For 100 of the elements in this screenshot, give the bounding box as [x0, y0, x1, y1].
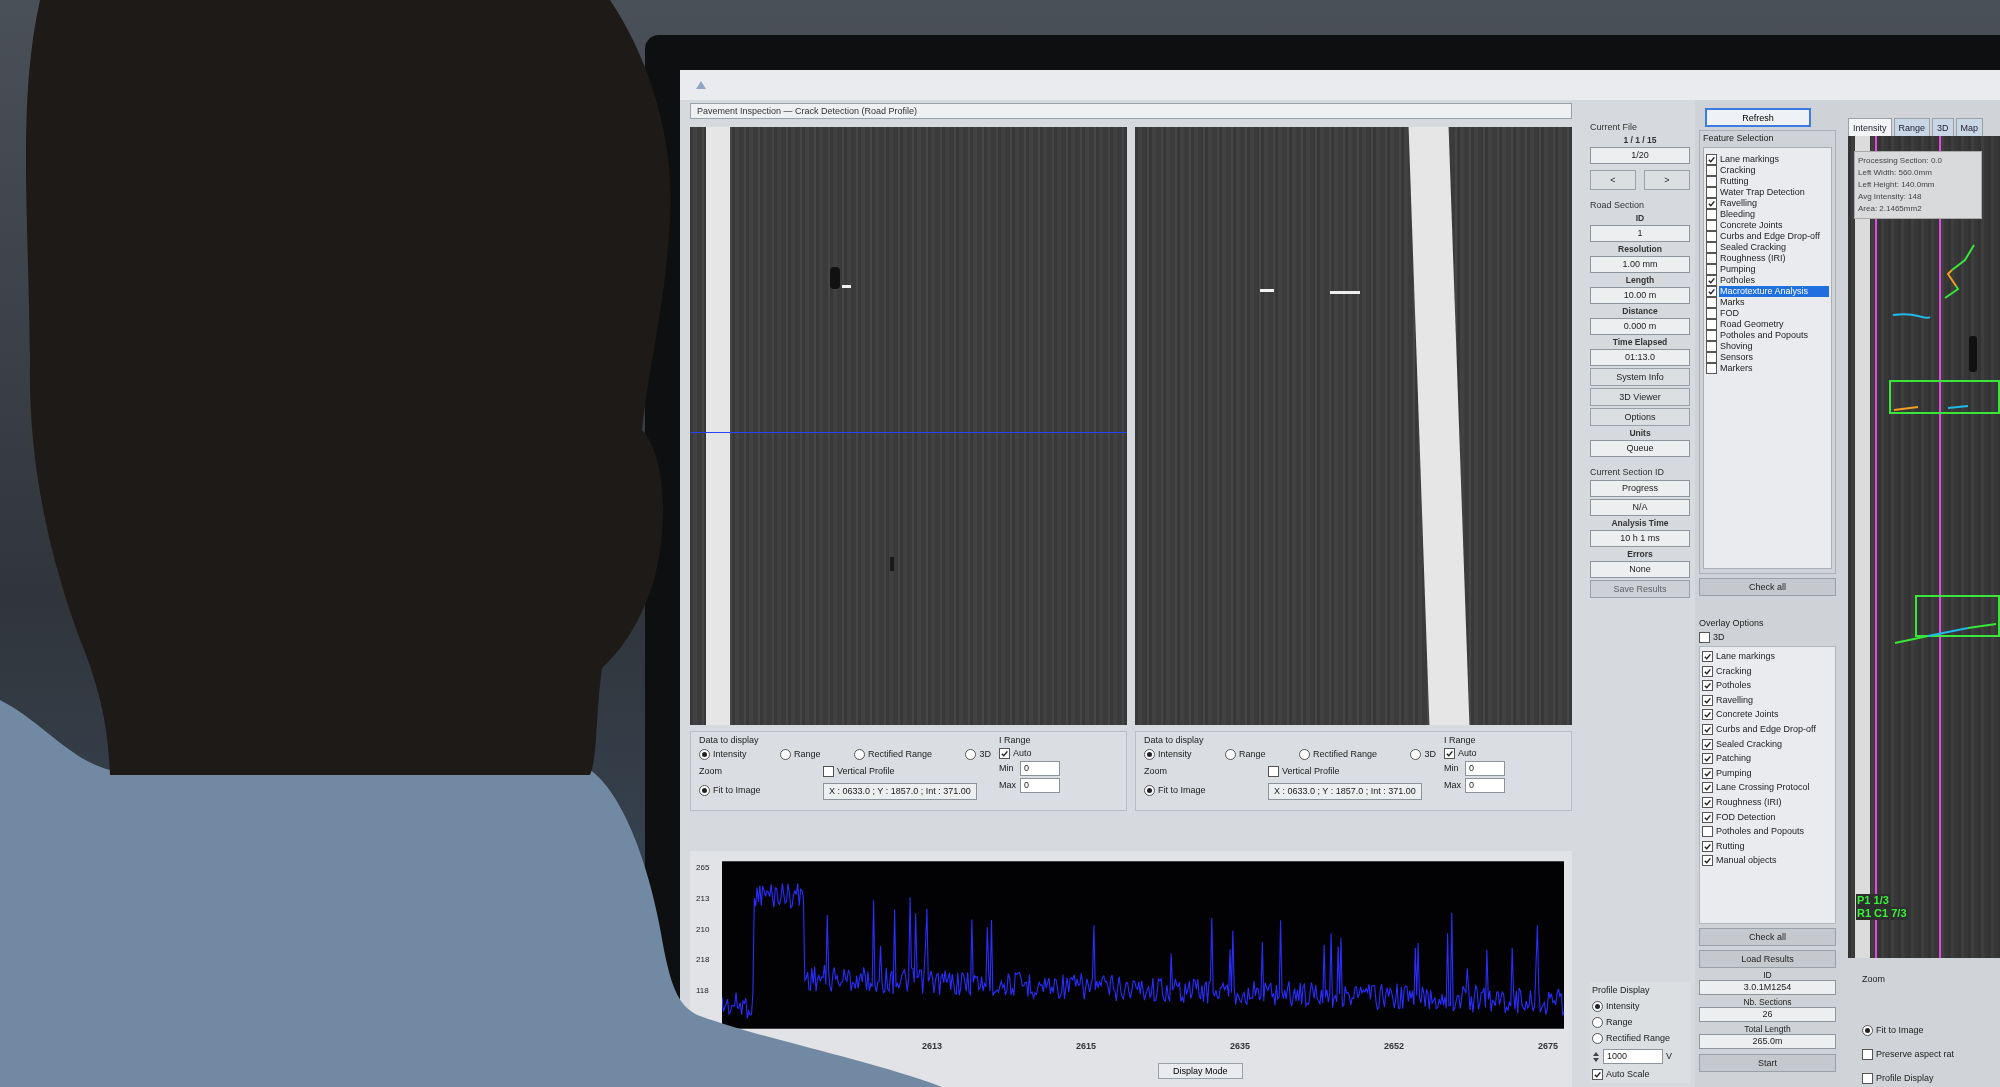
display-mode-button[interactable]: Display Mode: [1158, 1063, 1243, 1079]
overlay-item[interactable]: Patching: [1716, 753, 1752, 765]
checkbox[interactable]: [1702, 796, 1713, 808]
spinner-arrows-icon[interactable]: [1592, 1050, 1600, 1063]
checkbox[interactable]: [1706, 231, 1717, 242]
check-all-button[interactable]: Check all: [1699, 578, 1836, 596]
checkbox-label[interactable]: 3D: [1713, 632, 1725, 643]
checkbox[interactable]: [1706, 220, 1717, 231]
checkbox[interactable]: [1706, 308, 1717, 319]
action-button[interactable]: Options: [1590, 408, 1690, 426]
overlay-item[interactable]: Rutting: [1716, 840, 1745, 852]
checkbox[interactable]: [1702, 694, 1713, 706]
start-button[interactable]: Start: [1699, 1054, 1836, 1072]
radio-button[interactable]: [1592, 1017, 1603, 1028]
checkbox[interactable]: [1706, 198, 1717, 209]
checkbox[interactable]: [999, 748, 1010, 759]
overlay-item[interactable]: Potholes: [1716, 680, 1752, 692]
checkbox[interactable]: [1702, 651, 1713, 662]
max-field[interactable]: 0: [1465, 778, 1505, 793]
radio-button[interactable]: [780, 749, 791, 760]
checkbox-label[interactable]: Vertical Profile: [837, 766, 895, 777]
feature-item[interactable]: Curbs and Edge Drop-off: [1719, 231, 1829, 242]
feature-item[interactable]: Potholes: [1719, 275, 1829, 286]
checkbox[interactable]: [1706, 264, 1717, 275]
step-button[interactable]: >: [1644, 170, 1690, 190]
radio-button[interactable]: [1592, 1033, 1603, 1044]
radio-label[interactable]: 3D: [1424, 749, 1436, 760]
checkbox[interactable]: [1268, 766, 1279, 777]
checkbox[interactable]: [1702, 782, 1713, 794]
radio-label[interactable]: Range: [1606, 1017, 1633, 1028]
checkbox[interactable]: [1706, 242, 1717, 253]
radio-label[interactable]: Range: [794, 749, 821, 760]
radio-button[interactable]: [699, 785, 710, 796]
action-button[interactable]: System Info: [1590, 368, 1690, 386]
checkbox[interactable]: [1444, 748, 1455, 759]
radio-label[interactable]: Intensity: [713, 749, 747, 760]
checkbox-label[interactable]: Profile Display: [1876, 1073, 1934, 1084]
radio-label[interactable]: Fit to Image: [713, 785, 761, 796]
checkbox[interactable]: [1706, 286, 1717, 297]
checkbox[interactable]: [1706, 297, 1717, 308]
feature-item[interactable]: Macrotexture Analysis: [1719, 286, 1829, 297]
feature-item[interactable]: Ravelling: [1719, 198, 1829, 209]
overlay-item[interactable]: Cracking: [1716, 665, 1752, 677]
overlay-item[interactable]: Ravelling: [1716, 694, 1754, 706]
action-button[interactable]: 3D Viewer: [1590, 388, 1690, 406]
checkbox-label[interactable]: Vertical Profile: [1282, 766, 1340, 777]
view-tab[interactable]: Intensity: [1848, 118, 1892, 136]
overlay-item[interactable]: Manual objects: [1716, 855, 1777, 867]
checkbox[interactable]: [1702, 709, 1713, 721]
overlay-item[interactable]: Potholes and Popouts: [1716, 826, 1805, 838]
checkbox-label[interactable]: Auto Scale: [1606, 1069, 1650, 1080]
radio-label[interactable]: Rectified Range: [1312, 749, 1377, 760]
checkbox[interactable]: [1702, 826, 1713, 838]
view-tab[interactable]: 3D: [1932, 118, 1954, 136]
checkbox[interactable]: [1862, 1073, 1873, 1084]
radio-label[interactable]: Fit to Image: [1876, 1025, 1924, 1036]
refresh-button[interactable]: Refresh: [1705, 108, 1811, 127]
overlay-item[interactable]: Roughness (IRI): [1716, 796, 1782, 808]
feature-item[interactable]: Sealed Cracking: [1719, 242, 1829, 253]
radio-label[interactable]: Rectified Range: [1606, 1033, 1671, 1044]
radio-button[interactable]: [1144, 749, 1155, 760]
radio-button[interactable]: [1862, 1025, 1873, 1036]
feature-item[interactable]: Sensors: [1719, 352, 1829, 363]
checkbox-label[interactable]: Preserve aspect rat: [1876, 1049, 1955, 1060]
feature-item[interactable]: Lane markings: [1719, 154, 1829, 165]
feature-item[interactable]: Rutting: [1719, 176, 1829, 187]
overlay-item[interactable]: Concrete Joints: [1716, 709, 1779, 721]
view-tab[interactable]: Range: [1893, 118, 1931, 136]
max-field[interactable]: 0: [1020, 778, 1060, 793]
checkbox[interactable]: [1706, 341, 1717, 352]
radio-label[interactable]: 3D: [979, 749, 991, 760]
feature-item[interactable]: Potholes and Popouts: [1719, 330, 1829, 341]
radio-button[interactable]: [1144, 785, 1155, 796]
feature-item[interactable]: Shoving: [1719, 341, 1829, 352]
radio-button[interactable]: [853, 749, 865, 760]
radio-label[interactable]: Range: [1239, 749, 1266, 760]
feature-item[interactable]: Markers: [1719, 363, 1829, 374]
number-field[interactable]: 1000: [1603, 1049, 1663, 1064]
min-field[interactable]: 0: [1465, 761, 1505, 776]
feature-item[interactable]: Road Geometry: [1719, 319, 1829, 330]
radio-button[interactable]: [1298, 749, 1310, 760]
checkbox[interactable]: [1706, 275, 1717, 286]
overlay-item[interactable]: Lane Crossing Protocol: [1716, 782, 1810, 794]
checkbox[interactable]: [1706, 165, 1717, 176]
feature-item[interactable]: Roughness (IRI): [1719, 253, 1829, 264]
feature-item[interactable]: Cracking: [1719, 165, 1829, 176]
checkbox-label[interactable]: Auto: [1458, 748, 1477, 759]
feature-item[interactable]: FOD: [1719, 308, 1829, 319]
feature-item[interactable]: Pumping: [1719, 264, 1829, 275]
feature-item[interactable]: Marks: [1719, 297, 1829, 308]
radio-label[interactable]: Rectified Range: [867, 749, 932, 760]
checkbox[interactable]: [1702, 723, 1713, 735]
radio-button[interactable]: [1592, 1001, 1603, 1012]
radio-button[interactable]: [965, 749, 977, 760]
checkbox[interactable]: [1699, 632, 1710, 643]
load-results-button[interactable]: Load Results: [1699, 950, 1836, 968]
checkbox[interactable]: [1706, 330, 1717, 341]
check-all-button[interactable]: Check all: [1699, 928, 1836, 946]
radio-label[interactable]: Fit to Image: [1158, 785, 1206, 796]
checkbox-label[interactable]: Auto: [1013, 748, 1032, 759]
